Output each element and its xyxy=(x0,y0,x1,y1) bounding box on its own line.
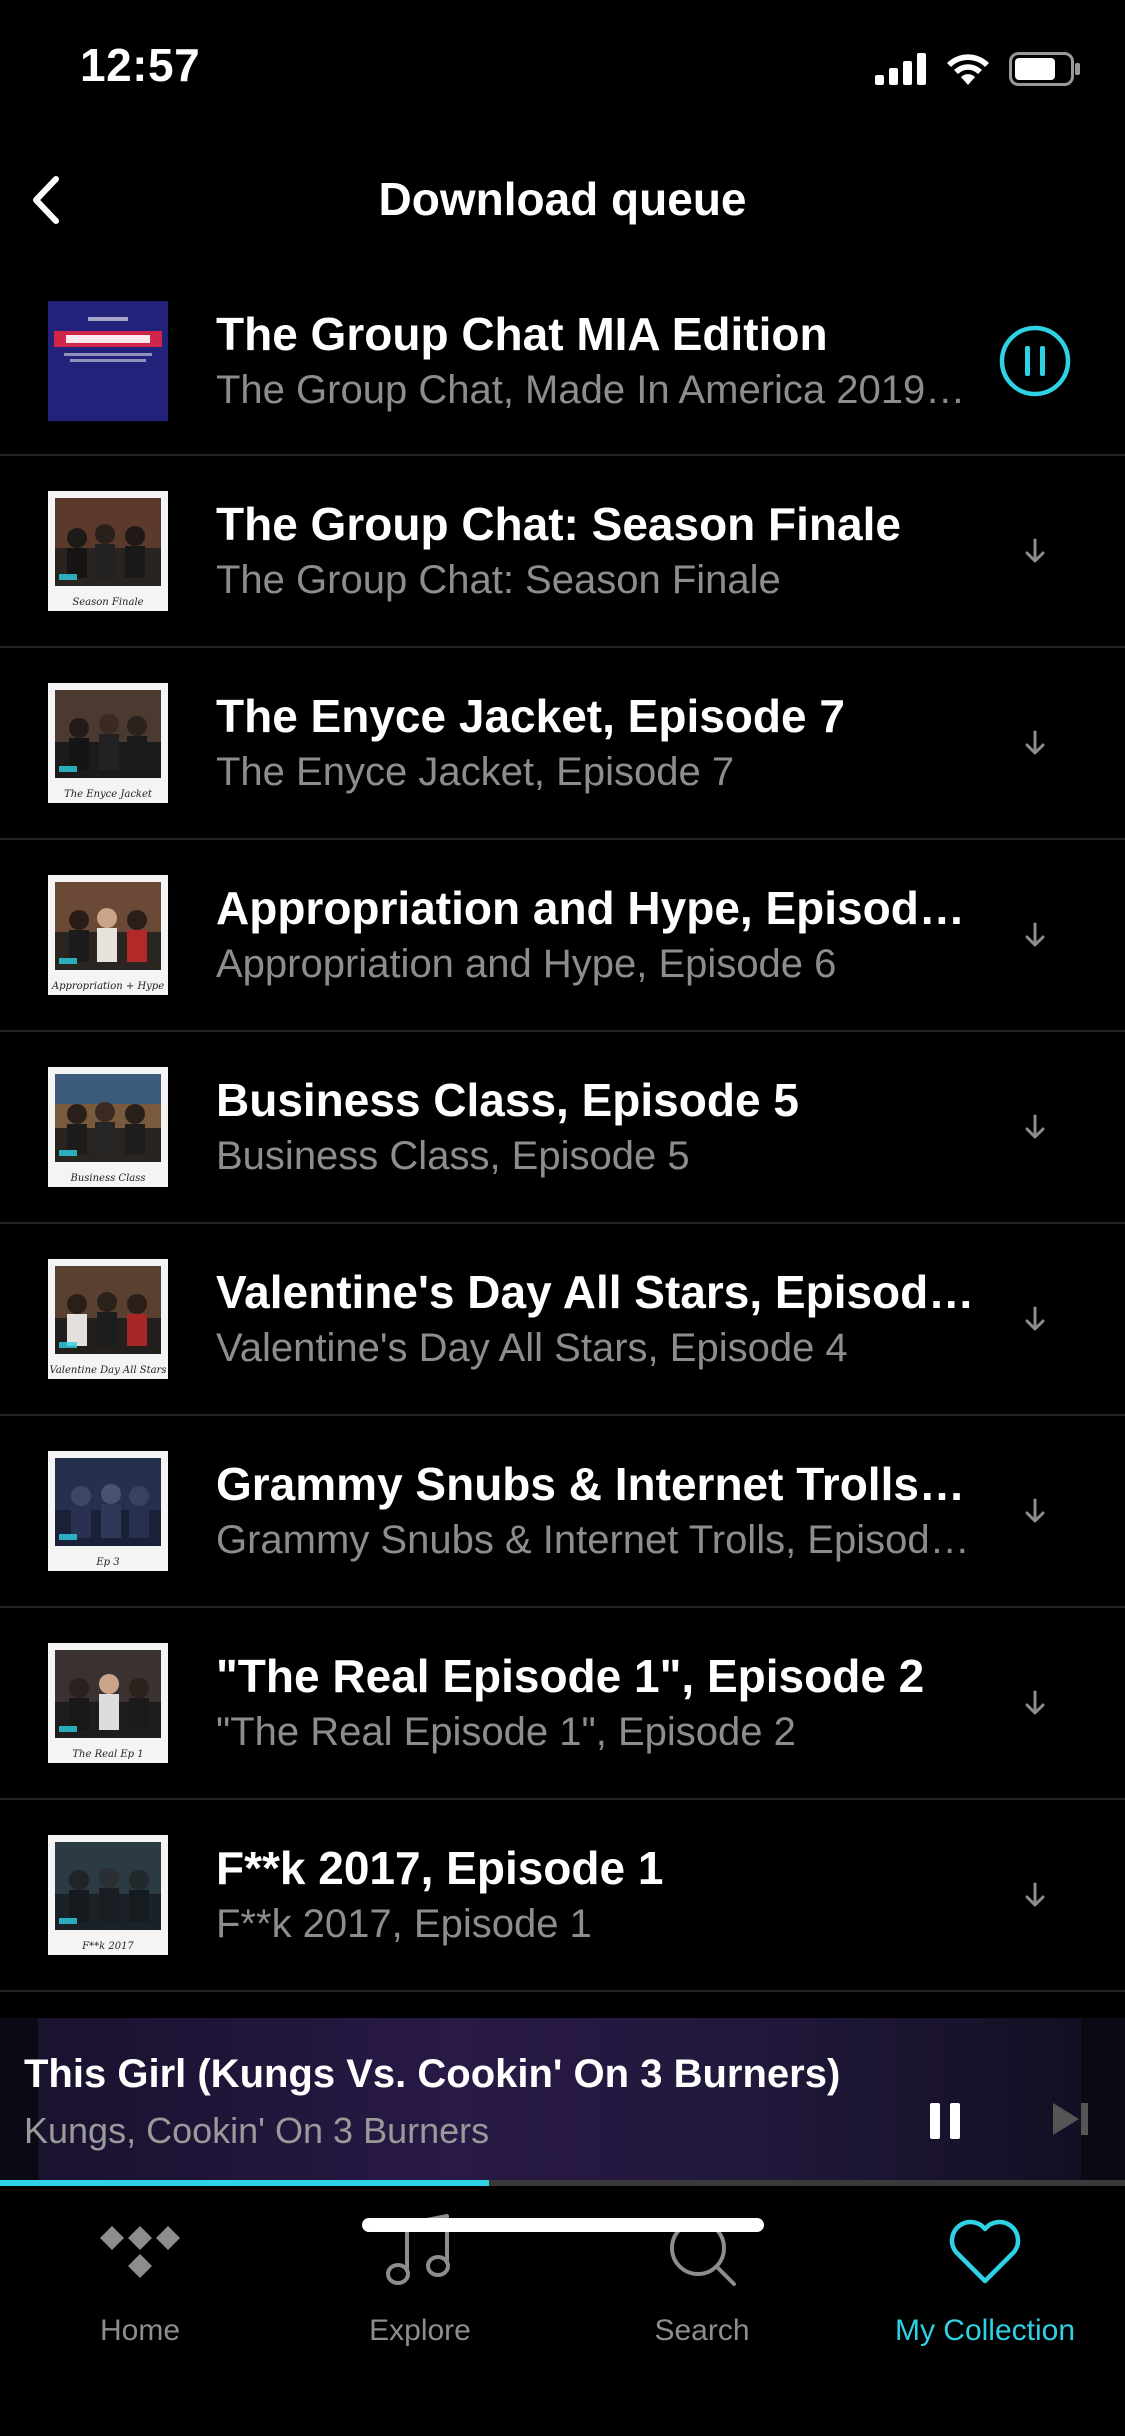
artwork-caption: Appropriation + Hype xyxy=(51,981,165,992)
download-arrow-icon xyxy=(1025,538,1045,563)
tab-search[interactable]: Search xyxy=(562,2212,842,2348)
mini-player[interactable]: This Girl (Kungs Vs. Cookin' On 3 Burner… xyxy=(0,2018,1125,2182)
tab-explore[interactable]: Explore xyxy=(280,2212,560,2348)
queue-item[interactable]: The Enyce Jacket The Enyce Jacket, Episo… xyxy=(0,648,1125,840)
tab-my-collection[interactable]: My Collection xyxy=(845,2212,1125,2348)
signal-icon xyxy=(875,53,926,85)
pause-download-button[interactable] xyxy=(989,315,1081,407)
episode-artwork: Ep 3 xyxy=(48,1451,168,1571)
artwork-caption: The Real Ep 1 xyxy=(72,1749,144,1760)
episode-artwork: The Enyce Jacket xyxy=(48,683,168,803)
status-icons xyxy=(875,52,1081,86)
skip-next-icon xyxy=(1053,2103,1088,2135)
queued-indicator xyxy=(989,697,1081,789)
queue-item[interactable]: Season Finale The Group Chat: Season Fin… xyxy=(0,456,1125,648)
episode-subtitle: "The Real Episode 1", Episode 2 xyxy=(216,1710,796,1754)
download-arrow-icon xyxy=(1025,922,1045,947)
queue-item[interactable]: Valentine Day All Stars Valentine's Day … xyxy=(0,1224,1125,1416)
queued-indicator xyxy=(989,889,1081,981)
download-arrow-icon xyxy=(1025,1306,1045,1331)
queue-item[interactable]: F**k 2017 F**k 2017, Episode 1 F**k 2017… xyxy=(0,1800,1125,1992)
queue-item-text: Business Class, Episode 5 Business Class… xyxy=(216,1072,975,1182)
pause-button[interactable] xyxy=(910,2086,980,2156)
now-playing-artist: Kungs, Cookin' On 3 Burners xyxy=(24,2110,490,2151)
nav-header: Download queue xyxy=(0,150,1125,250)
queue-item[interactable]: Appropriation + Hype Appropriation and H… xyxy=(0,840,1125,1032)
queued-indicator xyxy=(989,1465,1081,1557)
episode-artwork: Valentine Day All Stars xyxy=(48,1259,168,1379)
episode-title: Business Class, Episode 5 xyxy=(216,1074,799,1126)
queue-item-text: The Group Chat: Season Finale The Group … xyxy=(216,496,975,606)
episode-title: Grammy Snubs & Internet Trolls, Episode … xyxy=(216,1458,975,1510)
episode-artwork xyxy=(48,301,168,421)
episode-title: F**k 2017, Episode 1 xyxy=(216,1842,664,1894)
battery-icon xyxy=(1009,52,1080,86)
tab-label: Explore xyxy=(369,2314,471,2347)
episode-subtitle: Valentine's Day All Stars, Episode 4 xyxy=(216,1326,848,1370)
page-title: Download queue xyxy=(378,173,747,225)
queue-item-text: "The Real Episode 1", Episode 2 "The Rea… xyxy=(216,1648,975,1758)
queue-item-text: F**k 2017, Episode 1 F**k 2017, Episode … xyxy=(216,1840,975,1950)
queue-item[interactable]: Business Class Business Class, Episode 5… xyxy=(0,1032,1125,1224)
wifi-icon xyxy=(947,54,989,85)
episode-title: The Enyce Jacket, Episode 7 xyxy=(216,690,845,742)
tab-bar: Home Explore Search My Collection xyxy=(0,2186,1125,2436)
episode-title: "The Real Episode 1", Episode 2 xyxy=(216,1650,925,1702)
status-time: 12:57 xyxy=(80,39,201,91)
download-arrow-icon xyxy=(1025,1882,1045,1907)
download-arrow-icon xyxy=(1025,730,1045,755)
queued-indicator xyxy=(989,1849,1081,1941)
queued-indicator xyxy=(989,1273,1081,1365)
episode-subtitle: F**k 2017, Episode 1 xyxy=(216,1902,592,1946)
artwork-caption: Season Finale xyxy=(72,597,144,608)
queue-item-text: Valentine's Day All Stars, Episode 4 Val… xyxy=(216,1264,975,1374)
tab-label: Home xyxy=(99,2314,181,2347)
queue-item[interactable]: The Group Chat MIA Edition The Group Cha… xyxy=(0,268,1125,456)
home-indicator xyxy=(362,2218,764,2232)
queue-item-text: The Enyce Jacket, Episode 7 The Enyce Ja… xyxy=(216,688,975,798)
episode-subtitle: Grammy Snubs & Internet Trolls, Episode … xyxy=(216,1518,975,1562)
episode-artwork: Appropriation + Hype xyxy=(48,875,168,995)
pause-circle-icon xyxy=(999,325,1071,397)
episode-title: Valentine's Day All Stars, Episode 4 xyxy=(216,1266,975,1318)
episode-artwork: Season Finale xyxy=(48,491,168,611)
episode-subtitle: Appropriation and Hype, Episode 6 xyxy=(216,942,837,986)
artwork-caption: Business Class xyxy=(70,1173,146,1184)
tab-label: My Collection xyxy=(894,2314,1076,2347)
episode-artwork: F**k 2017 xyxy=(48,1835,168,1955)
tab-label: Search xyxy=(654,2314,750,2347)
queued-indicator xyxy=(989,505,1081,597)
download-arrow-icon xyxy=(1025,1498,1045,1523)
tidal-logo-icon xyxy=(100,2226,180,2278)
queue-item[interactable]: Ep 3 Grammy Snubs & Internet Trolls, Epi… xyxy=(0,1416,1125,1608)
episode-artwork: Business Class xyxy=(48,1067,168,1187)
queue-item-text: Appropriation and Hype, Episode 6 Approp… xyxy=(216,880,975,990)
queue-item-text: The Group Chat MIA Edition The Group Cha… xyxy=(216,306,975,416)
status-bar: 12:57 xyxy=(0,0,1125,132)
artwork-caption: Valentine Day All Stars xyxy=(49,1365,167,1376)
episode-subtitle: The Enyce Jacket, Episode 7 xyxy=(216,750,735,794)
artwork-caption: Ep 3 xyxy=(96,1557,120,1568)
queue-item-text: Grammy Snubs & Internet Trolls, Episode … xyxy=(216,1456,975,1566)
queued-indicator xyxy=(989,1657,1081,1749)
skip-next-button[interactable] xyxy=(1040,2088,1102,2150)
artwork-caption: The Enyce Jacket xyxy=(64,789,152,800)
heart-icon xyxy=(949,2219,1021,2284)
download-arrow-icon xyxy=(1025,1114,1045,1139)
episode-subtitle: The Group Chat, Made In America 2019 Edi… xyxy=(216,368,975,412)
episode-title: Appropriation and Hype, Episode 6 xyxy=(216,882,975,934)
queued-indicator xyxy=(989,1081,1081,1173)
artwork-caption: F**k 2017 xyxy=(82,1941,134,1952)
download-arrow-icon xyxy=(1025,1690,1045,1715)
episode-subtitle: Business Class, Episode 5 xyxy=(216,1134,690,1178)
queue-item[interactable]: The Real Ep 1 "The Real Episode 1", Epis… xyxy=(0,1608,1125,1800)
now-playing-title: This Girl (Kungs Vs. Cookin' On 3 Burner… xyxy=(24,2052,841,2096)
download-queue-list: The Group Chat MIA Edition The Group Cha… xyxy=(0,268,1125,1992)
pause-icon xyxy=(930,2103,960,2139)
tab-home[interactable]: Home xyxy=(0,2212,280,2348)
episode-artwork: The Real Ep 1 xyxy=(48,1643,168,1763)
episode-subtitle: The Group Chat: Season Finale xyxy=(216,558,781,602)
episode-title: The Group Chat: Season Finale xyxy=(216,498,901,550)
episode-title: The Group Chat MIA Edition xyxy=(216,308,828,360)
